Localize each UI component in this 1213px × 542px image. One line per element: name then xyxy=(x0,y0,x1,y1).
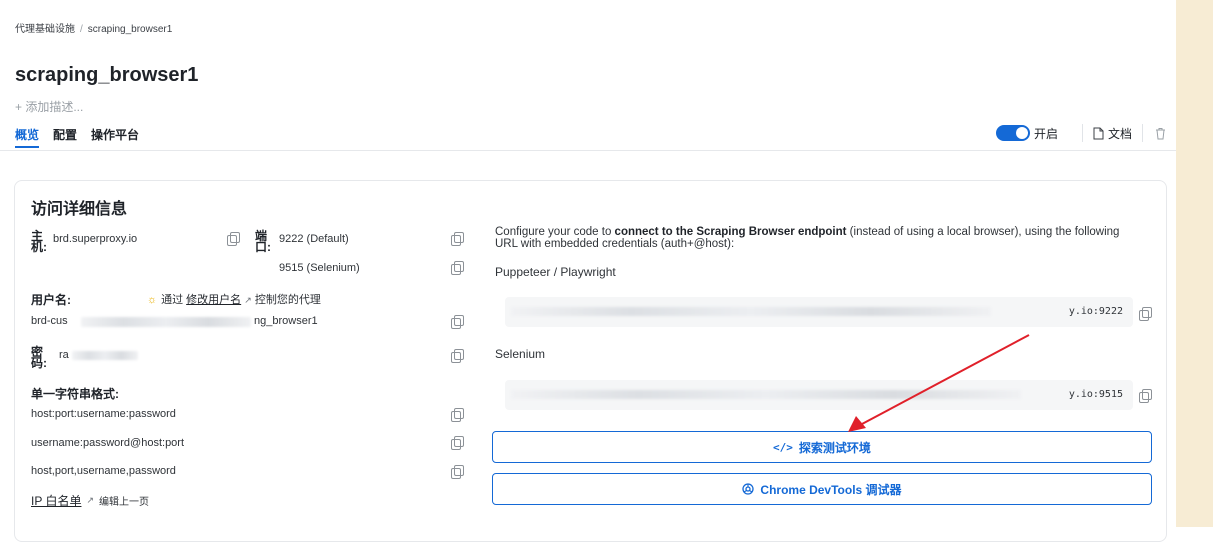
puppeteer-label: Puppeteer / Playwright xyxy=(495,265,616,279)
chrome-devtools-label: Chrome DevTools 调试器 xyxy=(760,482,902,497)
external-link-icon-2: ↗ xyxy=(86,495,95,505)
ip-whitelist-link[interactable]: IP 白名单 xyxy=(31,492,81,509)
port-default-value: 9222 (Default) xyxy=(279,233,349,245)
toolbar-divider-2 xyxy=(1142,124,1143,142)
edit-username-link[interactable]: 修改用户名 xyxy=(186,294,241,306)
copy-selenium-url-icon[interactable] xyxy=(1139,389,1152,403)
copy-port-selenium-icon[interactable] xyxy=(451,261,464,275)
breadcrumb-separator: / xyxy=(80,24,83,35)
selenium-url-redacted xyxy=(511,390,1021,399)
format-2-value: username:password@host:port xyxy=(31,437,185,449)
puppeteer-url-field[interactable]: y.io:9222 xyxy=(505,297,1133,327)
code-icon: </> xyxy=(773,440,793,454)
add-description-link[interactable]: + 添加描述... xyxy=(15,98,83,115)
host-value: brd.superproxy.io xyxy=(53,233,138,245)
format-3-value: host,port,username,password xyxy=(31,465,176,477)
host-label: 主机: xyxy=(31,229,47,254)
docs-button[interactable]: 文档 xyxy=(1093,125,1132,142)
breadcrumb: 代理基础设施 / scraping_browser1 xyxy=(15,20,172,35)
copy-format-1-icon[interactable] xyxy=(451,408,464,422)
tab-overview[interactable]: 概览 xyxy=(15,126,40,148)
docs-label: 文档 xyxy=(1107,126,1132,141)
password-label: 密码: xyxy=(31,345,47,370)
copy-format-2-icon[interactable] xyxy=(451,436,464,450)
toggle-label: 开启 xyxy=(1033,126,1058,141)
card-title: 访问详细信息 xyxy=(31,201,128,218)
string-format-label: 单一字符串格式: xyxy=(31,387,119,401)
explore-playground-button[interactable]: </> 探索测试环境 xyxy=(492,431,1152,463)
desc-prefix: Configure your code to xyxy=(495,226,615,238)
document-icon xyxy=(1093,127,1104,139)
external-link-icon: ↗ xyxy=(244,295,252,305)
page: 代理基础设施 / scraping_browser1 scraping_browse… xyxy=(0,0,1176,542)
enable-toggle[interactable] xyxy=(995,125,1030,141)
breadcrumb-current: scraping_browser1 xyxy=(87,24,173,35)
explore-playground-label: 探索测试环境 xyxy=(798,440,871,455)
username-value-suffix: ng_browser1 xyxy=(254,315,318,327)
desc-bold: connect to the Scraping Browser endpoint xyxy=(614,226,847,238)
selenium-label: Selenium xyxy=(495,347,546,361)
password-value-prefix: ra xyxy=(59,349,69,361)
username-hint: ☼ 通过 修改用户名 ↗ 控制您的代理 xyxy=(147,291,321,307)
port-label: 端口: xyxy=(255,229,271,254)
copy-username-icon[interactable] xyxy=(451,315,464,329)
chrome-devtools-button[interactable]: Chrome DevTools 调试器 xyxy=(492,473,1152,505)
access-details-card: 访问详细信息 主机: brd.superproxy.io 端口: 9222 (D… xyxy=(14,180,1167,542)
username-redacted xyxy=(81,317,251,327)
toolbar-divider xyxy=(1081,124,1083,142)
tab-config[interactable]: 配置 xyxy=(53,126,77,143)
puppeteer-url-redacted xyxy=(511,307,991,316)
selenium-url-tail: y.io:9515 xyxy=(1068,389,1123,400)
hint-prefix: 通过 xyxy=(161,294,184,306)
tabs-divider xyxy=(0,150,1176,151)
hint-suffix: 控制您的代理 xyxy=(254,294,321,306)
trash-icon[interactable] xyxy=(1155,127,1166,140)
port-selenium-value: 9515 (Selenium) xyxy=(279,262,360,274)
copy-format-3-icon[interactable] xyxy=(451,465,464,479)
scrollbar[interactable] xyxy=(1176,0,1213,527)
toolbar: 开启 文档 xyxy=(995,124,1166,142)
ip-whitelist-row: IP 白名单 ↗ 编辑上一页 xyxy=(31,492,149,509)
copy-puppeteer-url-icon[interactable] xyxy=(1139,307,1152,321)
password-redacted xyxy=(72,351,138,360)
copy-port-default-icon[interactable] xyxy=(451,232,464,246)
tab-playground[interactable]: 操作平台 xyxy=(91,126,139,143)
breadcrumb-parent[interactable]: 代理基础设施 xyxy=(15,24,75,35)
copy-host-icon[interactable] xyxy=(227,232,240,246)
chrome-icon xyxy=(742,483,755,495)
username-value-prefix: brd-cus xyxy=(31,315,68,327)
tab-bar: 概览 配置 操作平台 xyxy=(15,126,139,148)
page-title: scraping_browser1 xyxy=(15,64,199,86)
format-1-value: host:port:username:password xyxy=(31,408,176,420)
puppeteer-url-tail: y.io:9222 xyxy=(1068,306,1123,317)
selenium-url-field[interactable]: y.io:9515 xyxy=(505,380,1133,410)
lightbulb-icon: ☼ xyxy=(147,294,158,306)
username-label: 用户名: xyxy=(31,293,71,307)
endpoint-description: Configure your code to connect to the Sc… xyxy=(495,226,1145,250)
edit-prev-link[interactable]: 编辑上一页 xyxy=(99,493,149,508)
copy-password-icon[interactable] xyxy=(451,349,464,363)
